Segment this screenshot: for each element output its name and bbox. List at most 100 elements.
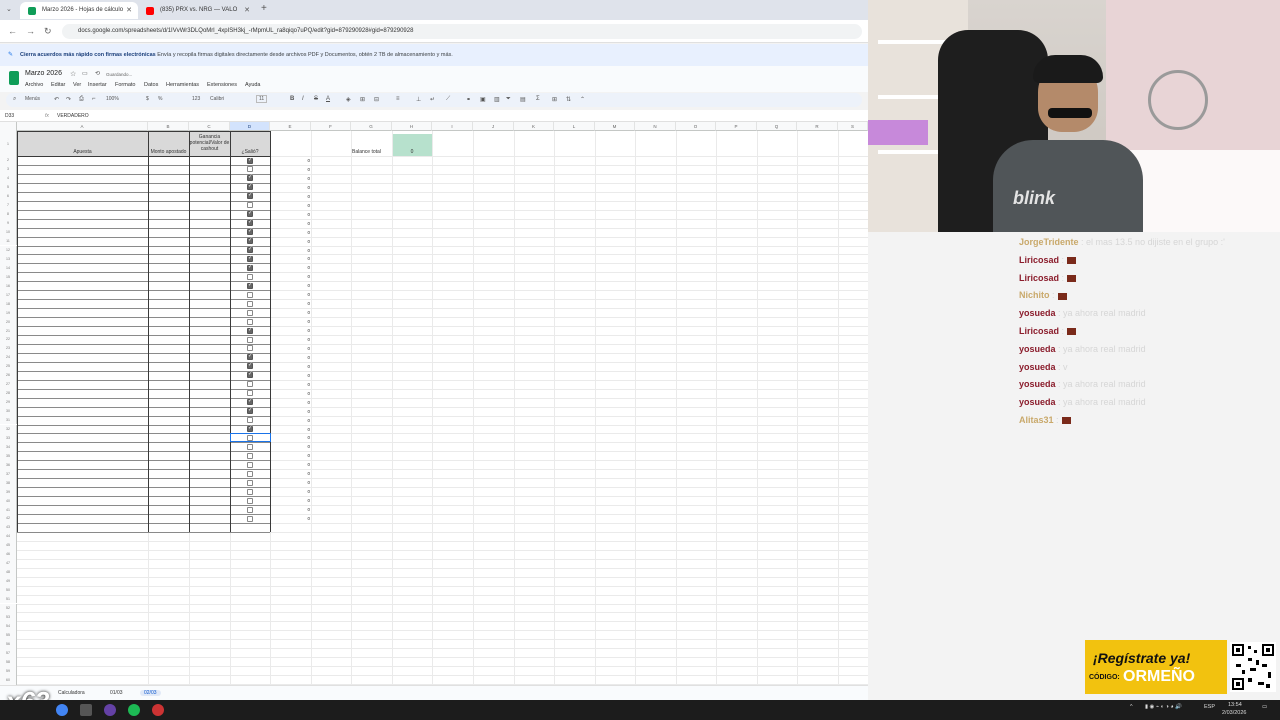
result-cell[interactable]: 0 <box>296 337 310 342</box>
row-header[interactable]: 40 <box>0 496 17 506</box>
menu-herramientas[interactable]: Herramientas <box>166 82 199 88</box>
result-cell[interactable]: 0 <box>296 498 310 503</box>
doc-title[interactable]: Marzo 2026 <box>25 70 62 77</box>
row-header[interactable]: 25 <box>0 361 17 371</box>
filter-icon[interactable]: ⏷ <box>506 96 511 103</box>
number-format[interactable]: 123 <box>192 96 200 102</box>
sheets-logo-icon[interactable] <box>9 71 19 85</box>
name-box[interactable]: D33 <box>5 113 14 119</box>
result-cell[interactable]: 0 <box>296 480 310 485</box>
chat-username[interactable]: Liricosad <box>1019 326 1059 336</box>
salio-checkbox[interactable] <box>247 417 253 424</box>
language-indicator[interactable]: ESP <box>1204 704 1215 710</box>
result-cell[interactable]: 0 <box>296 274 310 279</box>
row-header[interactable]: 27 <box>0 379 17 389</box>
salio-checkbox[interactable] <box>247 318 253 325</box>
salio-checkbox[interactable] <box>247 398 253 406</box>
salio-checkbox[interactable] <box>247 246 253 253</box>
row-header[interactable]: 13 <box>0 254 17 264</box>
menu-archivo[interactable]: Archivo <box>25 82 43 88</box>
salio-checkbox[interactable] <box>247 425 253 432</box>
result-cell[interactable]: 0 <box>296 346 310 351</box>
row-header[interactable]: 42 <box>0 514 17 523</box>
salio-checkbox[interactable] <box>247 362 253 370</box>
url-field[interactable]: docs.google.com/spreadsheets/d/1IVvWr3DL… <box>62 24 862 39</box>
strikethrough-icon[interactable]: S <box>314 96 318 102</box>
row-header[interactable]: 16 <box>0 281 17 291</box>
row-header[interactable]: 32 <box>0 424 17 434</box>
row-header[interactable]: 22 <box>0 335 17 344</box>
row-header[interactable]: 46 <box>0 549 17 559</box>
salio-checkbox[interactable] <box>247 452 253 459</box>
salio-checkbox[interactable] <box>247 210 253 218</box>
obs-icon[interactable] <box>104 704 116 716</box>
row-header[interactable]: 52 <box>0 603 17 613</box>
undo-icon[interactable]: ↶ <box>54 96 59 103</box>
menus-search[interactable]: Menús <box>25 96 40 102</box>
result-cell[interactable]: 0 <box>296 292 310 297</box>
percent-icon[interactable]: % <box>158 96 162 102</box>
comment-icon[interactable]: ▣ <box>480 96 486 103</box>
result-cell[interactable]: 0 <box>296 453 310 458</box>
row-header[interactable]: 44 <box>0 531 17 541</box>
salio-checkbox[interactable] <box>247 192 253 200</box>
borders-icon[interactable]: ⊞ <box>360 96 365 103</box>
row-header[interactable]: 45 <box>0 540 17 550</box>
merge-icon[interactable]: ⊟ <box>374 96 379 103</box>
row-header[interactable]: 36 <box>0 460 17 470</box>
row-header[interactable]: 28 <box>0 388 17 398</box>
salio-checkbox[interactable] <box>247 174 253 182</box>
salio-checkbox[interactable] <box>247 497 253 504</box>
result-cell[interactable]: 0 <box>296 444 310 449</box>
column-header[interactable]: D <box>230 122 270 131</box>
chat-username[interactable]: yosueda <box>1019 397 1056 407</box>
sheet-tab-0203[interactable]: 02/03 <box>140 690 161 696</box>
salio-checkbox[interactable] <box>247 166 253 173</box>
row-header[interactable]: 8 <box>0 209 17 219</box>
sheet-tab-calculadora[interactable]: Calculadora <box>58 690 85 696</box>
row-header[interactable]: 10 <box>0 227 17 237</box>
salio-checkbox[interactable] <box>247 371 253 379</box>
chat-username[interactable]: JorgeTridente <box>1019 237 1079 247</box>
balance-value-cell[interactable]: 0 <box>392 134 432 156</box>
row-header[interactable]: 51 <box>0 594 17 604</box>
result-cell[interactable]: 0 <box>296 409 310 414</box>
row-header[interactable]: 50 <box>0 585 17 595</box>
currency-icon[interactable]: $ <box>146 96 149 102</box>
chat-username[interactable]: Alitas31 <box>1019 415 1054 425</box>
back-icon[interactable]: ← <box>8 26 17 36</box>
result-cell[interactable]: 0 <box>296 373 310 378</box>
result-cell[interactable]: 0 <box>296 283 310 288</box>
redo-icon[interactable]: ↷ <box>66 96 71 103</box>
salio-checkbox[interactable] <box>247 219 253 227</box>
row-header[interactable]: 58 <box>0 657 17 667</box>
column-header[interactable]: Q <box>757 122 797 131</box>
salio-checkbox[interactable] <box>247 407 253 415</box>
menu-editar[interactable]: Editar <box>51 82 65 88</box>
row-header[interactable]: 18 <box>0 299 17 309</box>
menu-insertar[interactable]: Insertar <box>88 82 107 88</box>
row-header[interactable]: 1 <box>0 131 17 156</box>
salio-checkbox[interactable] <box>247 273 253 280</box>
functions-icon[interactable]: Σ <box>536 96 540 102</box>
column-header[interactable]: A <box>17 122 148 131</box>
salio-checkbox[interactable] <box>247 345 253 352</box>
row-header[interactable]: 14 <box>0 263 17 273</box>
row-header[interactable]: 3 <box>0 164 17 174</box>
chat-username[interactable]: Liricosad <box>1019 255 1059 265</box>
result-cell[interactable]: 0 <box>296 301 310 306</box>
salio-checkbox[interactable] <box>247 515 253 522</box>
salio-checkbox[interactable] <box>247 237 253 245</box>
row-header[interactable]: 2 <box>0 156 17 165</box>
result-cell[interactable]: 0 <box>296 239 310 244</box>
salio-checkbox[interactable] <box>247 291 253 298</box>
salio-checkbox[interactable] <box>247 443 253 450</box>
result-cell[interactable]: 0 <box>296 176 310 181</box>
result-cell[interactable]: 0 <box>296 400 310 405</box>
row-header[interactable]: 12 <box>0 245 17 255</box>
chat-username[interactable]: yosueda <box>1019 344 1056 354</box>
result-cell[interactable]: 0 <box>296 364 310 369</box>
result-cell[interactable]: 0 <box>296 248 310 253</box>
menu-ayuda[interactable]: Ayuda <box>245 82 261 88</box>
result-cell[interactable]: 0 <box>296 507 310 512</box>
